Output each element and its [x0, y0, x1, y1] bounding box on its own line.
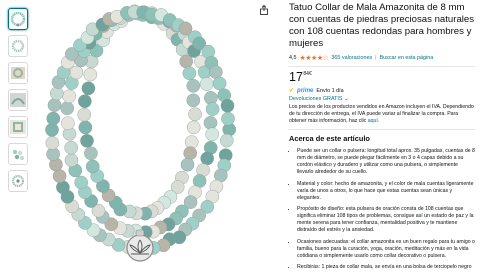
bead — [85, 159, 100, 174]
bead — [186, 93, 201, 108]
rating-row: 4,5 ★★★★☆ 365 valoraciones | Buscar en e… — [289, 53, 475, 62]
prime-delivery-text: Envío 1 día — [316, 87, 344, 94]
bead — [46, 111, 61, 126]
bead — [81, 81, 96, 96]
bead — [77, 107, 92, 122]
about-heading: Acerca de este artículo — [289, 134, 370, 143]
list-item: Propósito de diseño: esta pulsera de ora… — [297, 206, 475, 234]
bead — [203, 91, 218, 105]
bead — [83, 67, 98, 82]
bead — [64, 140, 79, 155]
list-item: Puede ser un collar o pulsera: longitud … — [297, 148, 475, 176]
divider — [289, 129, 475, 130]
bead — [220, 98, 235, 113]
prime-check-icon: ✓ — [289, 88, 295, 94]
prime-logo: prime — [297, 87, 314, 94]
bead — [186, 120, 201, 135]
bead — [205, 127, 219, 142]
tax-note-text: Los precios de los productos vendidos en… — [289, 104, 474, 124]
bead — [78, 120, 93, 135]
bead — [52, 169, 67, 183]
bead — [219, 133, 234, 148]
product-main-image[interactable] — [42, 4, 238, 268]
star-rating-icon[interactable]: ★★★★☆ — [300, 54, 329, 62]
rating-count-link[interactable]: 365 valoraciones — [331, 55, 372, 61]
tax-note: Los precios de los productos vendidos en… — [289, 104, 475, 125]
bead — [188, 107, 202, 121]
bead — [74, 175, 89, 190]
bead — [200, 151, 214, 166]
bead — [50, 86, 64, 101]
list-item: Ocasiones adecuadas: el collar amazonita… — [297, 239, 475, 260]
bead — [84, 146, 98, 161]
prime-delivery: ✓ prime Envío 1 día — [289, 87, 475, 95]
bead — [183, 146, 197, 160]
product-title: Tatuo Collar de Mala Amazonita de 8 mm c… — [289, 2, 475, 49]
list-item: Material y color: hecho de amazonita, y … — [297, 181, 475, 202]
thumbnail-6[interactable] — [8, 143, 28, 165]
product-details: Tatuo Collar de Mala Amazonita de 8 mm c… — [289, 2, 475, 276]
thumbnail-7[interactable] — [8, 170, 28, 192]
about-bullets: Puede ser un collar o pulsera: longitud … — [289, 148, 475, 271]
divider — [289, 66, 475, 67]
thumbnail-4[interactable] — [8, 89, 28, 111]
rating-value: 4,5 — [289, 54, 297, 61]
thumbnail-1[interactable] — [8, 8, 28, 30]
bead — [64, 153, 79, 168]
bead — [78, 94, 92, 108]
bead — [203, 116, 218, 130]
bead — [60, 116, 75, 130]
thumbnail-2[interactable] — [8, 35, 28, 57]
free-returns-link[interactable]: Devoluciones GRATIS ⌄ — [289, 96, 475, 102]
bead — [199, 77, 214, 91]
price-whole: 17 — [289, 70, 303, 84]
bead — [186, 79, 201, 93]
price-fraction: 84€ — [303, 71, 312, 77]
thumbnail-5[interactable] — [8, 116, 28, 138]
bead — [205, 102, 220, 116]
bead — [212, 76, 227, 91]
thumbnail-3[interactable] — [8, 62, 28, 84]
bead — [180, 157, 195, 172]
tax-info-link[interactable]: aquí. — [368, 118, 380, 124]
bead — [60, 101, 75, 115]
bead — [182, 66, 197, 80]
thumbnail-strip — [8, 8, 32, 197]
bead — [45, 136, 60, 150]
rating-separator: | — [375, 54, 377, 61]
share-icon[interactable] — [259, 5, 269, 15]
bead — [208, 65, 223, 79]
bead — [47, 98, 62, 112]
bead — [80, 133, 94, 148]
bead — [62, 89, 77, 104]
price: 17 84€ — [289, 71, 475, 85]
search-page-link[interactable]: Buscar en esta página — [380, 55, 434, 61]
bead — [221, 111, 235, 126]
